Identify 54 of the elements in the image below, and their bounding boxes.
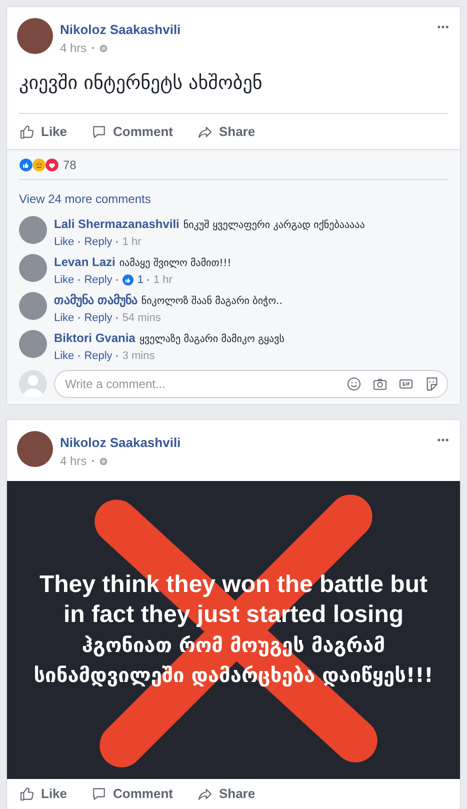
- comment-icon: [91, 786, 108, 802]
- comment-reply-link[interactable]: Reply: [84, 348, 112, 364]
- author-name[interactable]: Nikoloz Saakashvili: [60, 434, 181, 452]
- comment-time: 1 hr: [153, 273, 172, 288]
- reaction-count[interactable]: 78: [63, 156, 76, 174]
- emoji-icon[interactable]: [346, 376, 362, 392]
- share-icon: [196, 786, 213, 802]
- comment-reply-link[interactable]: Reply: [84, 234, 112, 250]
- comment-like-count: 1: [137, 273, 144, 288]
- post-like-button[interactable]: Like: [19, 786, 68, 802]
- comment-time: 1 hr: [122, 235, 142, 250]
- camera-icon[interactable]: [372, 376, 388, 392]
- post-comment-button[interactable]: Comment: [91, 124, 173, 140]
- post-text: კიევში ინტერნეტს ახშობენ: [18, 71, 264, 96]
- comment-icon: [91, 124, 108, 140]
- comment-text: ნიკოლოზ შაან მაგარი ბიჭო..: [141, 294, 282, 309]
- commenter-avatar: [19, 254, 47, 282]
- comment-like-link[interactable]: Like: [54, 272, 74, 288]
- author-name[interactable]: Nikoloz Saakashvili: [60, 21, 181, 39]
- comment-like-link[interactable]: Like: [54, 310, 74, 326]
- commenter-name[interactable]: Biktori Gvania: [54, 330, 136, 346]
- post-share-button[interactable]: Share: [196, 786, 256, 802]
- comment-text: ნიკუშ ყველაფერი კარგად იქნებააააა: [183, 218, 365, 233]
- globe-icon: [98, 456, 108, 466]
- comment-like-link[interactable]: Like: [54, 348, 74, 364]
- comment-time: 54 mins: [122, 311, 161, 326]
- view-more-comments-link[interactable]: View 24 more comments: [19, 180, 151, 214]
- heart-reaction-icon: [45, 158, 59, 172]
- comment-reply-link[interactable]: Reply: [84, 310, 112, 326]
- avatar: [17, 431, 53, 467]
- post-comment-button[interactable]: Comment: [91, 786, 173, 802]
- commenter-avatar: [19, 216, 47, 244]
- comment-input-field[interactable]: Write a comment...: [54, 370, 448, 398]
- commenter-name[interactable]: თამუნა თამუნა: [54, 292, 138, 308]
- comment-text: იამაყე შვილო მამით!!!: [119, 256, 232, 271]
- post-share-button[interactable]: Share: [196, 124, 256, 140]
- comment-like-link[interactable]: Like: [54, 234, 74, 250]
- comment-time: 3 mins: [122, 349, 155, 364]
- commenter-name[interactable]: Levan Lazi: [54, 254, 116, 270]
- commenter-avatar: [19, 292, 47, 320]
- avatar: [17, 18, 53, 54]
- sticker-icon[interactable]: [424, 376, 440, 392]
- default-avatar-icon: [19, 370, 47, 398]
- globe-icon: [98, 44, 108, 52]
- comment-text: ყველაზე მაგარი მამიკო გყავს: [139, 332, 284, 347]
- comment-reply-link[interactable]: Reply: [84, 272, 112, 288]
- commenter-name[interactable]: Lali Shermazanashvili: [54, 216, 180, 232]
- post-like-button[interactable]: Like: [19, 124, 68, 140]
- like-reaction-icon: [122, 274, 134, 286]
- angry-reaction-icon: [32, 158, 46, 172]
- like-icon: [19, 124, 35, 140]
- commenter-avatar: [19, 330, 47, 358]
- like-icon: [19, 786, 35, 802]
- like-reaction-icon: [19, 158, 33, 172]
